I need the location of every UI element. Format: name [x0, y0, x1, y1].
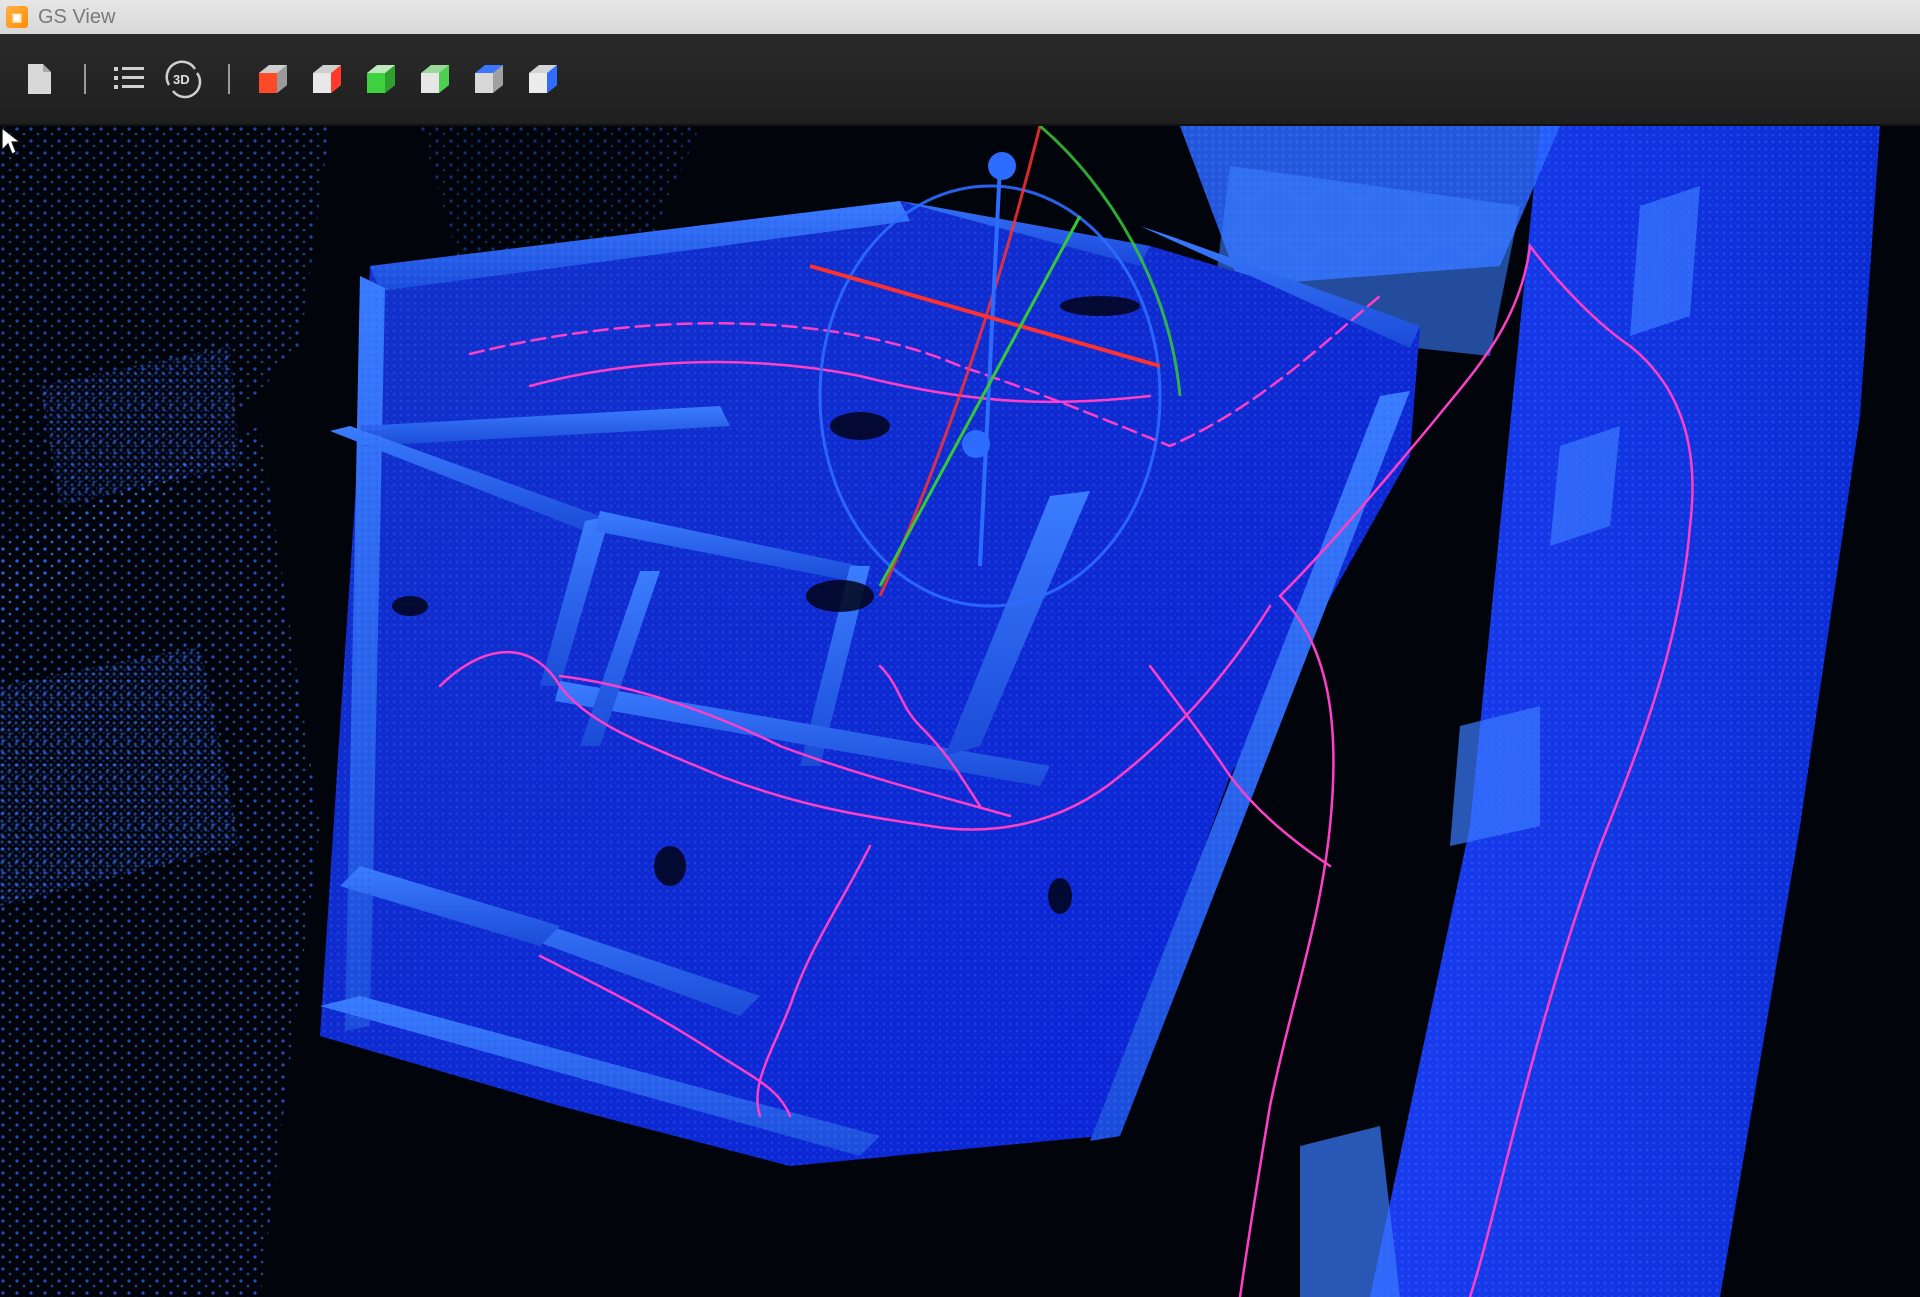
title-bar: ▣ GS View — [0, 0, 1920, 34]
view-cube-blue-button[interactable] — [468, 58, 510, 100]
cube-green-alt-icon — [421, 65, 449, 93]
toolbar-separator — [84, 64, 86, 94]
3d-viewport[interactable] — [0, 126, 1920, 1297]
cube-green-icon — [367, 65, 395, 93]
view-cube-green-button[interactable] — [360, 58, 402, 100]
gs-view-window: ▣ GS View 3D — [0, 0, 1920, 1297]
view-cube-green-alt-button[interactable] — [414, 58, 456, 100]
rotate-3d-label: 3D — [173, 72, 190, 87]
file-button[interactable] — [18, 58, 60, 100]
toolbar: 3D — [0, 34, 1920, 126]
rotate-3d-icon: 3D — [165, 60, 202, 99]
cube-red-icon — [259, 65, 287, 93]
cube-red-alt-icon — [313, 65, 341, 93]
window-title: GS View — [38, 5, 116, 28]
mouse-pointer-icon — [1, 126, 22, 155]
building-floor — [320, 201, 1420, 1166]
list-icon — [114, 67, 144, 89]
cube-blue-alt-icon — [529, 65, 557, 93]
view-cube-blue-alt-button[interactable] — [522, 58, 564, 100]
view-3d-button[interactable]: 3D — [162, 58, 204, 100]
point-cloud-scene — [0, 126, 1880, 1297]
cube-blue-icon — [475, 65, 503, 93]
app-logo-icon: ▣ — [6, 6, 28, 28]
layers-button[interactable] — [108, 58, 150, 100]
toolbar-separator — [228, 64, 230, 94]
view-cube-red-button[interactable] — [252, 58, 294, 100]
view-cube-red-alt-button[interactable] — [306, 58, 348, 100]
document-icon — [28, 64, 51, 94]
